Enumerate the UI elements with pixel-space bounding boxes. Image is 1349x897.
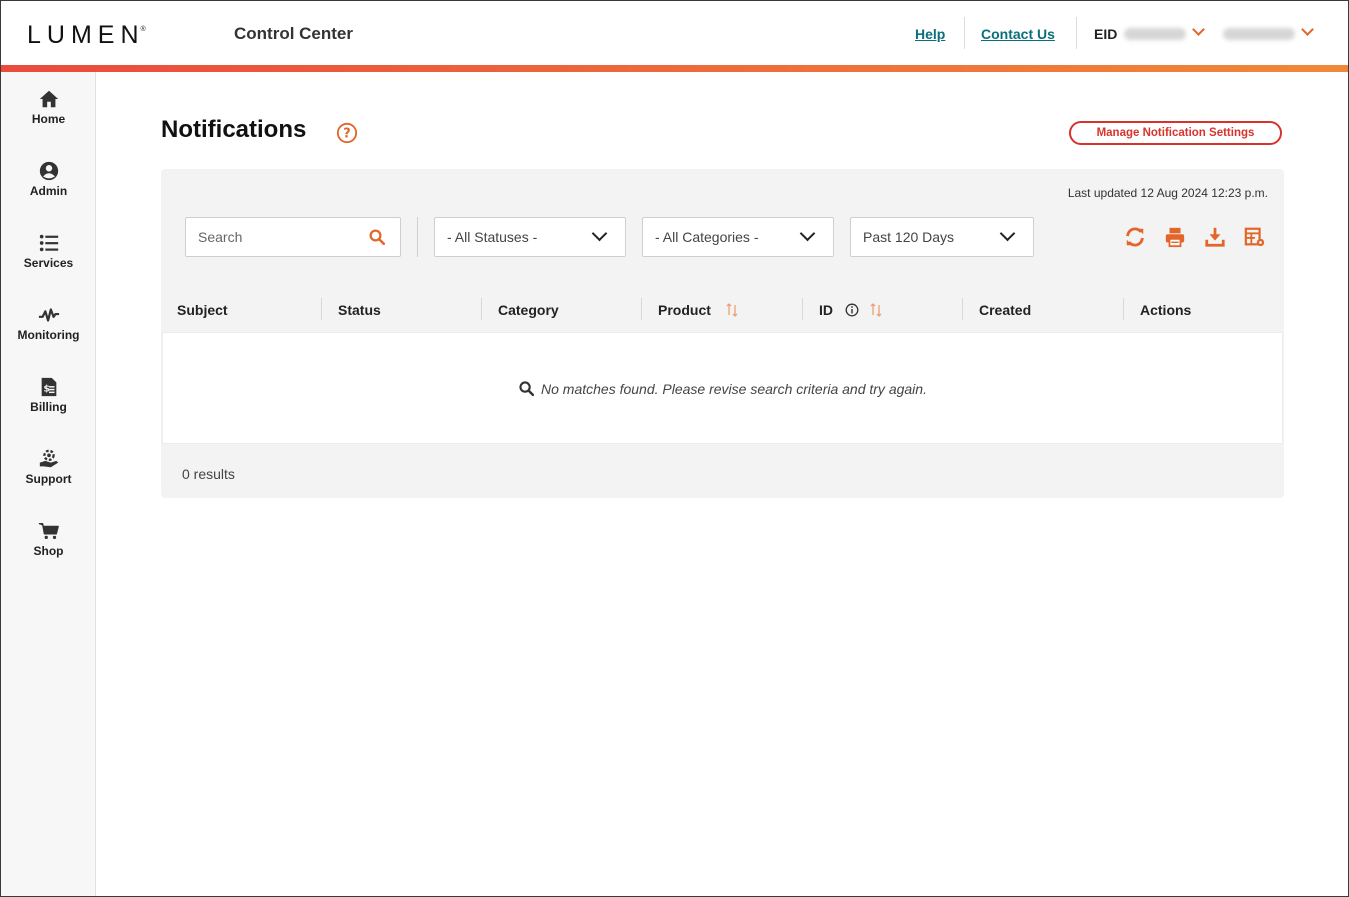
svg-text:$: $ xyxy=(43,384,49,395)
help-link[interactable]: Help xyxy=(915,26,945,42)
column-divider xyxy=(321,298,322,320)
search-field[interactable] xyxy=(185,217,401,257)
column-divider xyxy=(962,298,963,320)
sidebar-item-label: Shop xyxy=(33,544,64,558)
sidebar-item-shop[interactable]: Shop xyxy=(1,520,96,580)
column-header-status[interactable]: Status xyxy=(338,302,381,318)
column-divider xyxy=(802,298,803,320)
user-chevron-down-icon[interactable] xyxy=(1301,23,1314,36)
chevron-down-icon xyxy=(999,225,1016,242)
eid-label: EID xyxy=(1094,26,1118,42)
logo-text: LUMEN xyxy=(27,21,145,49)
sidebar-item-label: Admin xyxy=(29,184,68,198)
logo-registered-mark: ® xyxy=(140,26,146,33)
home-icon xyxy=(39,90,58,108)
pulse-icon xyxy=(38,308,59,322)
sidebar-item-label: Monitoring xyxy=(17,328,80,342)
chevron-down-icon xyxy=(799,225,816,242)
chevron-down-icon xyxy=(591,225,608,242)
column-header-id[interactable]: ID xyxy=(819,302,833,318)
sort-icon[interactable] xyxy=(870,303,882,317)
date-range-filter-select[interactable]: Past 120 Days xyxy=(850,217,1034,257)
notifications-table: Subject Status Category Product ID Creat… xyxy=(161,288,1284,444)
print-icon[interactable] xyxy=(1164,226,1186,248)
empty-state: No matches found. Please revise search c… xyxy=(163,380,1282,397)
empty-state-message: No matches found. Please revise search c… xyxy=(541,381,927,397)
table-header: Subject Status Category Product ID Creat… xyxy=(161,288,1284,332)
column-divider xyxy=(481,298,482,320)
search-icon[interactable] xyxy=(368,228,386,246)
lumen-logo[interactable]: LUMEN® xyxy=(27,21,150,50)
column-header-product[interactable]: Product xyxy=(658,302,711,318)
column-header-created[interactable]: Created xyxy=(979,302,1031,318)
sidebar-item-label: Services xyxy=(23,256,74,270)
header-gradient-bar xyxy=(1,65,1348,72)
user-circle-icon xyxy=(39,161,58,181)
info-icon[interactable] xyxy=(845,303,859,317)
app-title: Control Center xyxy=(234,24,353,43)
top-header: LUMEN® Control Center Help Contact Us EI… xyxy=(1,1,1348,65)
refresh-icon[interactable] xyxy=(1124,226,1146,248)
sort-icon[interactable] xyxy=(726,303,738,317)
sidebar-item-admin[interactable]: Admin xyxy=(1,160,96,220)
column-header-actions: Actions xyxy=(1140,302,1192,318)
header-divider xyxy=(964,17,965,49)
column-header-subject[interactable]: Subject xyxy=(177,302,228,318)
table-body: No matches found. Please revise search c… xyxy=(162,332,1283,444)
username-redacted[interactable] xyxy=(1223,28,1295,40)
manage-notification-settings-button[interactable]: Manage Notification Settings xyxy=(1069,121,1282,145)
sidebar-item-home[interactable]: Home xyxy=(1,88,96,148)
sidebar-item-label: Home xyxy=(31,112,66,126)
support-icon xyxy=(39,449,58,468)
help-circle-icon[interactable]: ? xyxy=(336,122,358,144)
svg-text:?: ? xyxy=(343,127,350,142)
category-filter-value: - All Categories - xyxy=(655,229,759,245)
date-range-filter-value: Past 120 Days xyxy=(863,229,955,245)
sidebar-item-label: Billing xyxy=(30,400,67,414)
eid-chevron-down-icon[interactable] xyxy=(1192,23,1205,36)
sidebar-nav: Home Admin Services Monitoring $ Billing… xyxy=(1,72,96,896)
search-input[interactable] xyxy=(186,218,366,256)
column-header-category[interactable]: Category xyxy=(498,302,559,318)
column-divider xyxy=(1123,298,1124,320)
category-filter-select[interactable]: - All Categories - xyxy=(642,217,834,257)
sidebar-item-billing[interactable]: $ Billing xyxy=(1,376,96,436)
status-filter-value: - All Statuses - xyxy=(447,229,538,245)
sidebar-item-label: Support xyxy=(25,472,72,486)
contact-us-link[interactable]: Contact Us xyxy=(981,26,1055,42)
header-divider xyxy=(1076,17,1077,49)
download-icon[interactable] xyxy=(1204,226,1226,248)
sidebar-item-services[interactable]: Services xyxy=(1,232,96,292)
column-divider xyxy=(641,298,642,320)
filter-divider xyxy=(417,217,418,257)
notifications-panel: Last updated 12 Aug 2024 12:23 p.m. - Al… xyxy=(161,169,1284,498)
list-icon xyxy=(39,234,58,252)
sidebar-item-monitoring[interactable]: Monitoring xyxy=(1,304,96,364)
sidebar-item-support[interactable]: Support xyxy=(1,448,96,508)
eid-value-redacted[interactable] xyxy=(1124,28,1186,40)
page-title: Notifications xyxy=(161,116,307,143)
invoice-icon: $ xyxy=(41,377,56,397)
results-count: 0 results xyxy=(182,466,235,482)
table-settings-icon[interactable] xyxy=(1244,226,1266,248)
search-icon xyxy=(519,381,535,397)
status-filter-select[interactable]: - All Statuses - xyxy=(434,217,626,257)
cart-icon xyxy=(38,522,59,540)
last-updated-text: Last updated 12 Aug 2024 12:23 p.m. xyxy=(1067,186,1268,200)
